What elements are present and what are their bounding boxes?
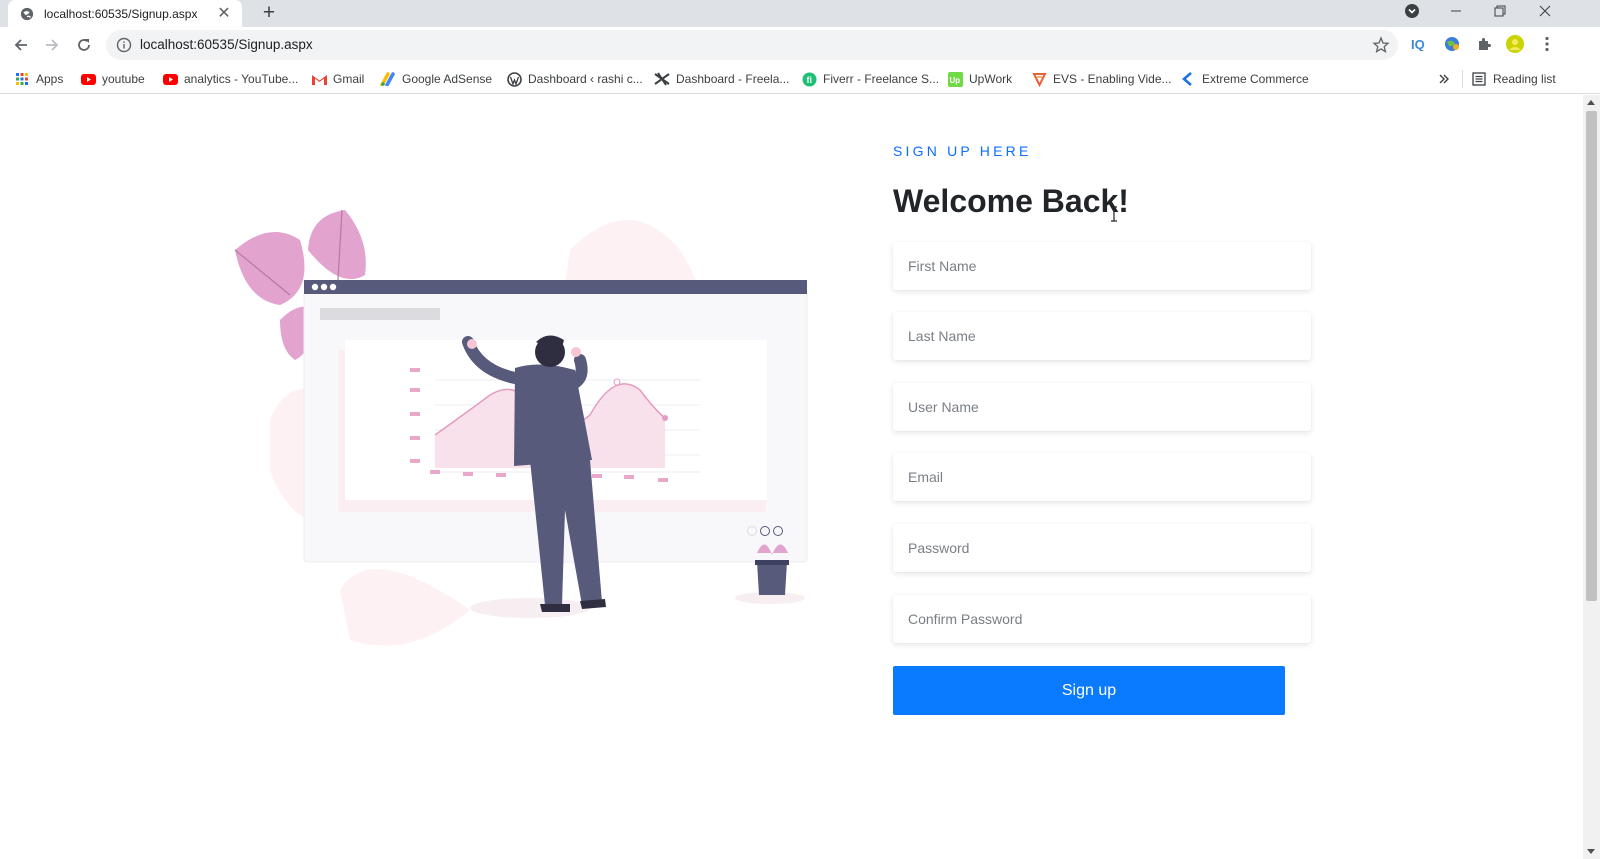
bookmark-label: UpWork (969, 72, 1013, 86)
page-scrollbar[interactable] (1583, 95, 1600, 859)
user-name-input[interactable] (893, 383, 1311, 431)
bookmark-apps[interactable]: Apps (14, 69, 63, 89)
tab-close-icon[interactable]: ✕ (216, 5, 232, 22)
browser-toolbar: localhost:60535/Signup.aspx (0, 27, 1600, 63)
reading-list-icon (1471, 71, 1487, 87)
bookmark-label: Fiverr - Freelance S... (823, 72, 940, 86)
bookmark-label: Google AdSense (402, 72, 493, 86)
tab-search-icon[interactable] (1392, 0, 1432, 22)
bookmark-freelancer[interactable]: Dashboard - Freela... (654, 69, 789, 89)
last-name-input[interactable] (893, 312, 1311, 360)
bookmark-label: Apps (36, 72, 64, 86)
password-input[interactable] (893, 524, 1311, 572)
adsense-icon (380, 71, 396, 87)
active-tab[interactable]: localhost:60535/Signup.aspx ✕ (8, 0, 242, 27)
extension-globe-icon[interactable] (1442, 34, 1462, 54)
page-title: Welcome Back! (893, 183, 1129, 219)
globe-icon (20, 7, 34, 20)
bookmark-label: EVS - Enabling Vide... (1053, 72, 1172, 86)
evs-icon (1031, 71, 1047, 87)
iq-extension-icon[interactable]: IQ (1410, 34, 1430, 54)
restore-icon[interactable] (1480, 0, 1520, 22)
reading-list-label: Reading list (1493, 72, 1556, 86)
bookmark-analytics-youtube[interactable]: analytics - YouTube... (162, 69, 298, 89)
forward-arrow-icon[interactable] (41, 34, 63, 56)
dashboard-illustration (234, 210, 808, 646)
new-tab-icon[interactable]: + (258, 2, 280, 24)
youtube-icon (80, 71, 96, 87)
bookmarks-divider (1462, 70, 1463, 88)
bookmark-gmail[interactable]: Gmail (311, 69, 364, 89)
minimize-icon[interactable] (1436, 0, 1476, 22)
tab-strip: localhost:60535/Signup.aspx ✕ + (0, 0, 1600, 27)
signup-button[interactable]: Sign up (893, 666, 1285, 715)
bookmark-label: Dashboard - Freela... (676, 72, 790, 86)
bookmark-fiverr[interactable]: fi Fiverr - Freelance S... (801, 69, 939, 89)
url-text: localhost:60535/Signup.aspx (140, 37, 313, 52)
bookmark-adsense[interactable]: Google AdSense (380, 69, 492, 89)
bookmark-dashboard-rashi[interactable]: Dashboard ‹ rashi c... (506, 69, 643, 89)
bookmark-extreme-commerce[interactable]: Extreme Commerce (1180, 69, 1309, 89)
extreme-commerce-icon (1180, 71, 1196, 87)
bookmark-star-icon[interactable] (1372, 36, 1390, 54)
bookmark-upwork[interactable]: Up UpWork (947, 69, 1012, 89)
bookmarks-bar: Apps youtube analytics - YouTube... Gmai… (0, 63, 1600, 94)
more-bookmarks-chevron-icon[interactable] (1438, 69, 1450, 89)
gmail-icon (311, 71, 327, 87)
back-arrow-icon[interactable] (10, 34, 32, 56)
bookmark-label: analytics - YouTube... (184, 72, 299, 86)
eyebrow-label: SIGN UP HERE (893, 143, 1032, 159)
scrollbar-thumb[interactable] (1586, 111, 1597, 601)
bookmark-label: Extreme Commerce (1202, 72, 1309, 86)
confirm-password-input[interactable] (893, 595, 1311, 643)
scroll-up-icon[interactable] (1587, 100, 1595, 105)
reading-list-button[interactable]: Reading list (1471, 69, 1556, 89)
wordpress-icon (506, 71, 522, 87)
freelancer-icon (654, 71, 670, 87)
profile-avatar-icon[interactable] (1505, 34, 1525, 54)
tab-title: localhost:60535/Signup.aspx (44, 6, 198, 21)
upwork-icon: Up (947, 71, 963, 87)
site-info-icon[interactable] (116, 37, 132, 53)
bookmark-label: youtube (102, 72, 145, 86)
bookmark-youtube[interactable]: youtube (80, 69, 145, 89)
extensions-puzzle-icon[interactable] (1474, 34, 1494, 54)
text-cursor-icon (1111, 206, 1117, 222)
svg-text:IQ: IQ (1411, 37, 1425, 51)
first-name-input[interactable] (893, 242, 1311, 290)
bookmark-label: Dashboard ‹ rashi c... (528, 72, 643, 86)
reload-icon[interactable] (73, 34, 95, 56)
bookmark-label: Gmail (333, 72, 365, 86)
scroll-down-icon[interactable] (1587, 849, 1595, 854)
page-viewport: SIGN UP HERE Welcome Back! Sign up (0, 95, 1568, 859)
bookmark-evs[interactable]: EVS - Enabling Vide... (1031, 69, 1172, 89)
chrome-menu-icon[interactable] (1537, 34, 1557, 54)
address-bar[interactable]: localhost:60535/Signup.aspx (106, 30, 1398, 60)
apps-grid-icon (14, 71, 30, 87)
fiverr-icon: fi (801, 71, 817, 87)
email-input[interactable] (893, 453, 1311, 501)
youtube-icon (162, 71, 178, 87)
svg-text:fi: fi (806, 75, 812, 85)
svg-text:Up: Up (949, 76, 960, 85)
close-window-icon[interactable] (1525, 0, 1565, 22)
